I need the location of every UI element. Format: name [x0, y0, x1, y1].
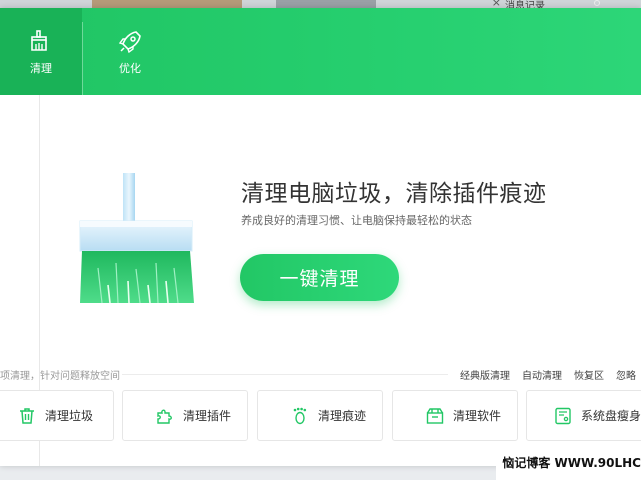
tool-label: 清理垃圾 [45, 409, 94, 423]
footprint-icon [293, 407, 307, 424]
screen: × 消息记录 清理 优化 清理电脑垃圾，清除插件痕迹 养成良好的清理习惯、让电脑… [0, 0, 641, 480]
broom-icon [31, 29, 47, 51]
tab-divider [82, 22, 83, 96]
hero-subtitle: 养成良好的清理习惯、让电脑保持最轻松的状态 [241, 214, 472, 227]
bottom-links: 经典版清理 自动清理 恢复区 忽略 [460, 367, 636, 382]
link-auto-clean[interactable]: 自动清理 [522, 367, 562, 382]
hero-title: 清理电脑垃圾，清除插件痕迹 [241, 181, 547, 207]
tool-label: 清理软件 [453, 409, 502, 423]
tab-clean[interactable]: 清理 [0, 8, 82, 95]
background-thumbnail [276, 0, 600, 8]
rocket-icon [118, 30, 141, 53]
link-classic-clean[interactable]: 经典版清理 [460, 367, 510, 382]
tool-clean-junk-button[interactable]: 清理垃圾 [0, 390, 114, 441]
software-box-icon [426, 407, 444, 424]
tab-optimize[interactable]: 优化 [89, 8, 171, 95]
tool-system-disk-slim-button[interactable]: 系统盘瘦身 [526, 390, 641, 441]
watermark: 恼记博客 WWW.90LHC [496, 454, 641, 480]
link-restore-area[interactable]: 恢复区 [574, 367, 604, 382]
tool-clean-software-button[interactable]: 清理软件 [392, 390, 518, 441]
tab-label: 清理 [30, 61, 52, 75]
disk-icon [555, 407, 571, 424]
bottom-hint: 项清理，针对问题释放空间 [0, 371, 120, 382]
tool-label: 系统盘瘦身 [581, 409, 641, 423]
trash-icon [20, 407, 34, 424]
link-ignore[interactable]: 忽略 [616, 367, 636, 382]
tab-label: 优化 [119, 61, 141, 75]
broom-illustration-icon [79, 173, 194, 304]
tool-label: 清理痕迹 [318, 409, 367, 423]
puzzle-icon [157, 409, 172, 424]
cleaner-window: 清理 优化 清理电脑垃圾，清除插件痕迹 养成良好的清理习惯、让电脑保持最轻松的状… [0, 8, 641, 466]
tool-clean-plugins-button[interactable]: 清理插件 [122, 390, 248, 441]
one-click-clean-button[interactable]: 一键清理 [240, 254, 399, 301]
tool-label: 清理插件 [183, 409, 232, 423]
divider [122, 374, 448, 375]
top-nav-bar: 清理 优化 [0, 8, 641, 96]
tool-clean-traces-button[interactable]: 清理痕迹 [257, 390, 383, 441]
background-thumbnail [92, 0, 242, 8]
